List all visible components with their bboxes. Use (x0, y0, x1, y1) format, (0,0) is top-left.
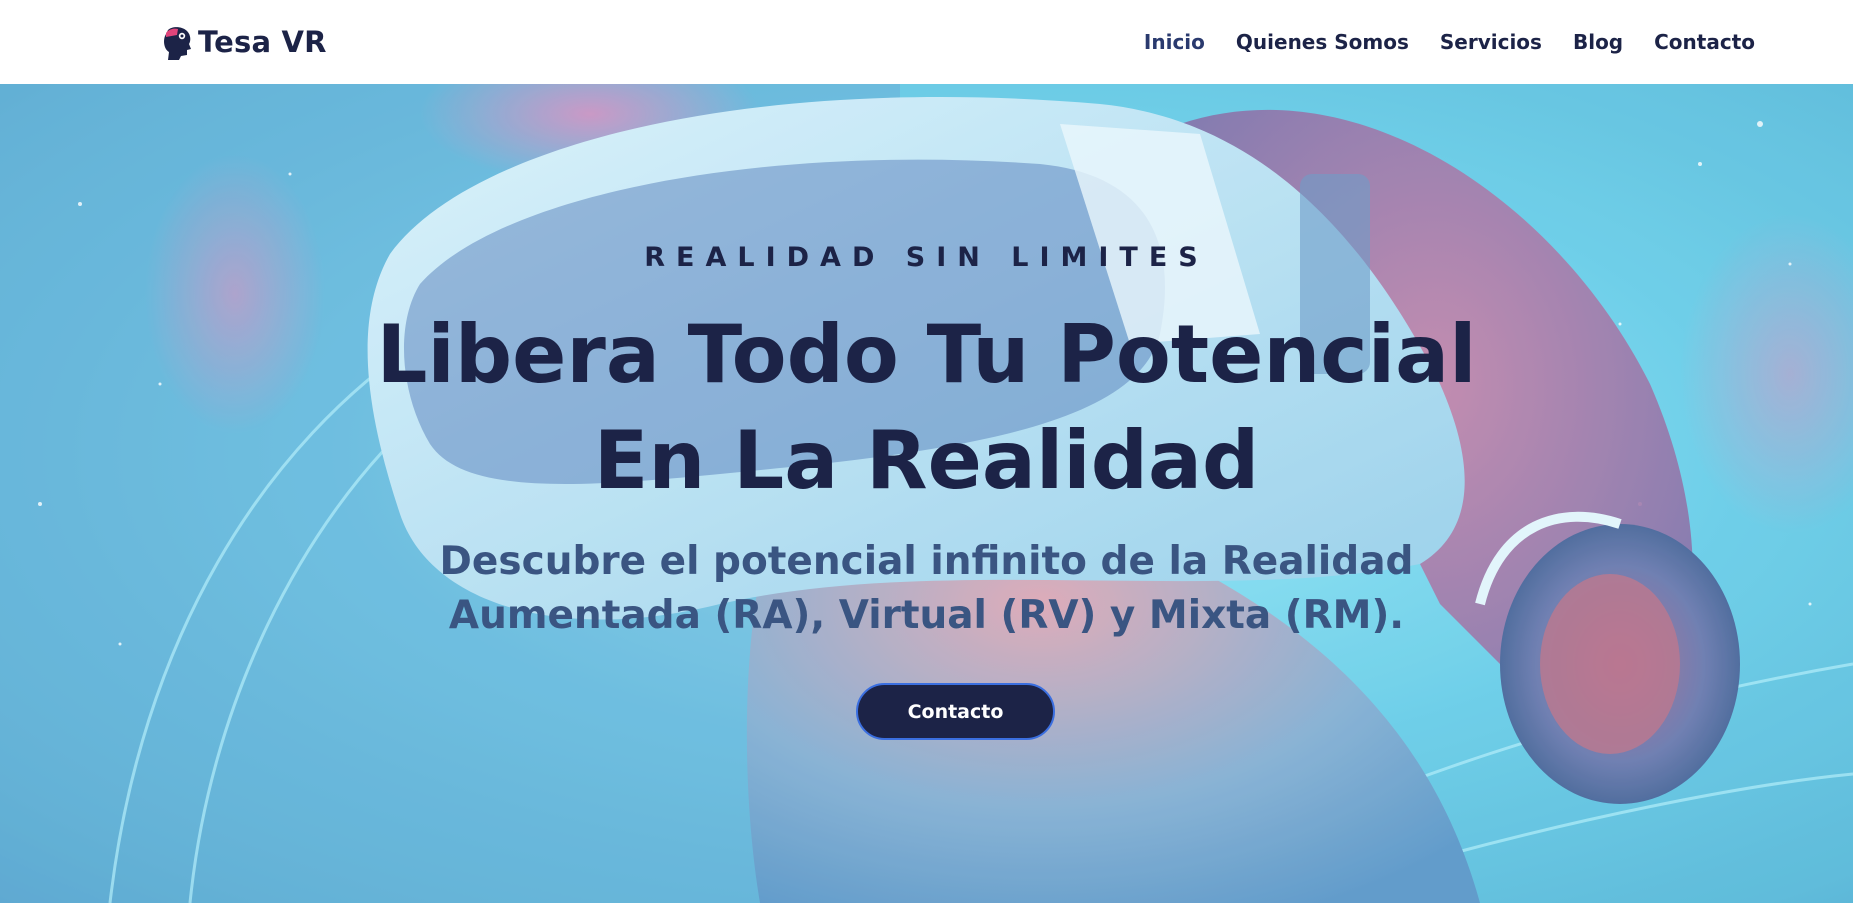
hero-subheadline: Descubre el potencial infinito de la Rea… (0, 535, 1853, 643)
nav-item-blog[interactable]: Blog (1573, 30, 1623, 54)
hero-headline-line-1: Libera Todo Tu Potencial (376, 308, 1477, 401)
hero-headline-line-2: En La Realidad (593, 414, 1260, 507)
contacto-cta-button[interactable]: Contacto (856, 683, 1055, 740)
brand-name: Tesa VR (198, 25, 327, 59)
nav-item-inicio[interactable]: Inicio (1144, 30, 1205, 54)
nav-item-contacto[interactable]: Contacto (1654, 30, 1755, 54)
vr-head-icon (164, 27, 191, 60)
main-nav: Inicio Quienes Somos Servicios Blog Cont… (1144, 30, 1755, 54)
hero-headline: Libera Todo Tu Potencial En La Realidad (0, 302, 1853, 514)
hero-content: REALIDAD SIN LIMITES Libera Todo Tu Pote… (0, 84, 1853, 903)
hero-eyebrow: REALIDAD SIN LIMITES (644, 242, 1209, 273)
nav-item-servicios[interactable]: Servicios (1440, 30, 1542, 54)
site-header: Tesa VR Inicio Quienes Somos Servicios B… (0, 0, 1853, 84)
hero-subheadline-line-2: Aumentada (RA), Virtual (RV) y Mixta (RM… (448, 593, 1405, 638)
hero-subheadline-line-1: Descubre el potencial infinito de la Rea… (439, 539, 1414, 584)
hero-section: REALIDAD SIN LIMITES Libera Todo Tu Pote… (0, 84, 1853, 903)
nav-item-quienes-somos[interactable]: Quienes Somos (1236, 30, 1409, 54)
brand-logo[interactable]: Tesa VR (160, 24, 327, 60)
